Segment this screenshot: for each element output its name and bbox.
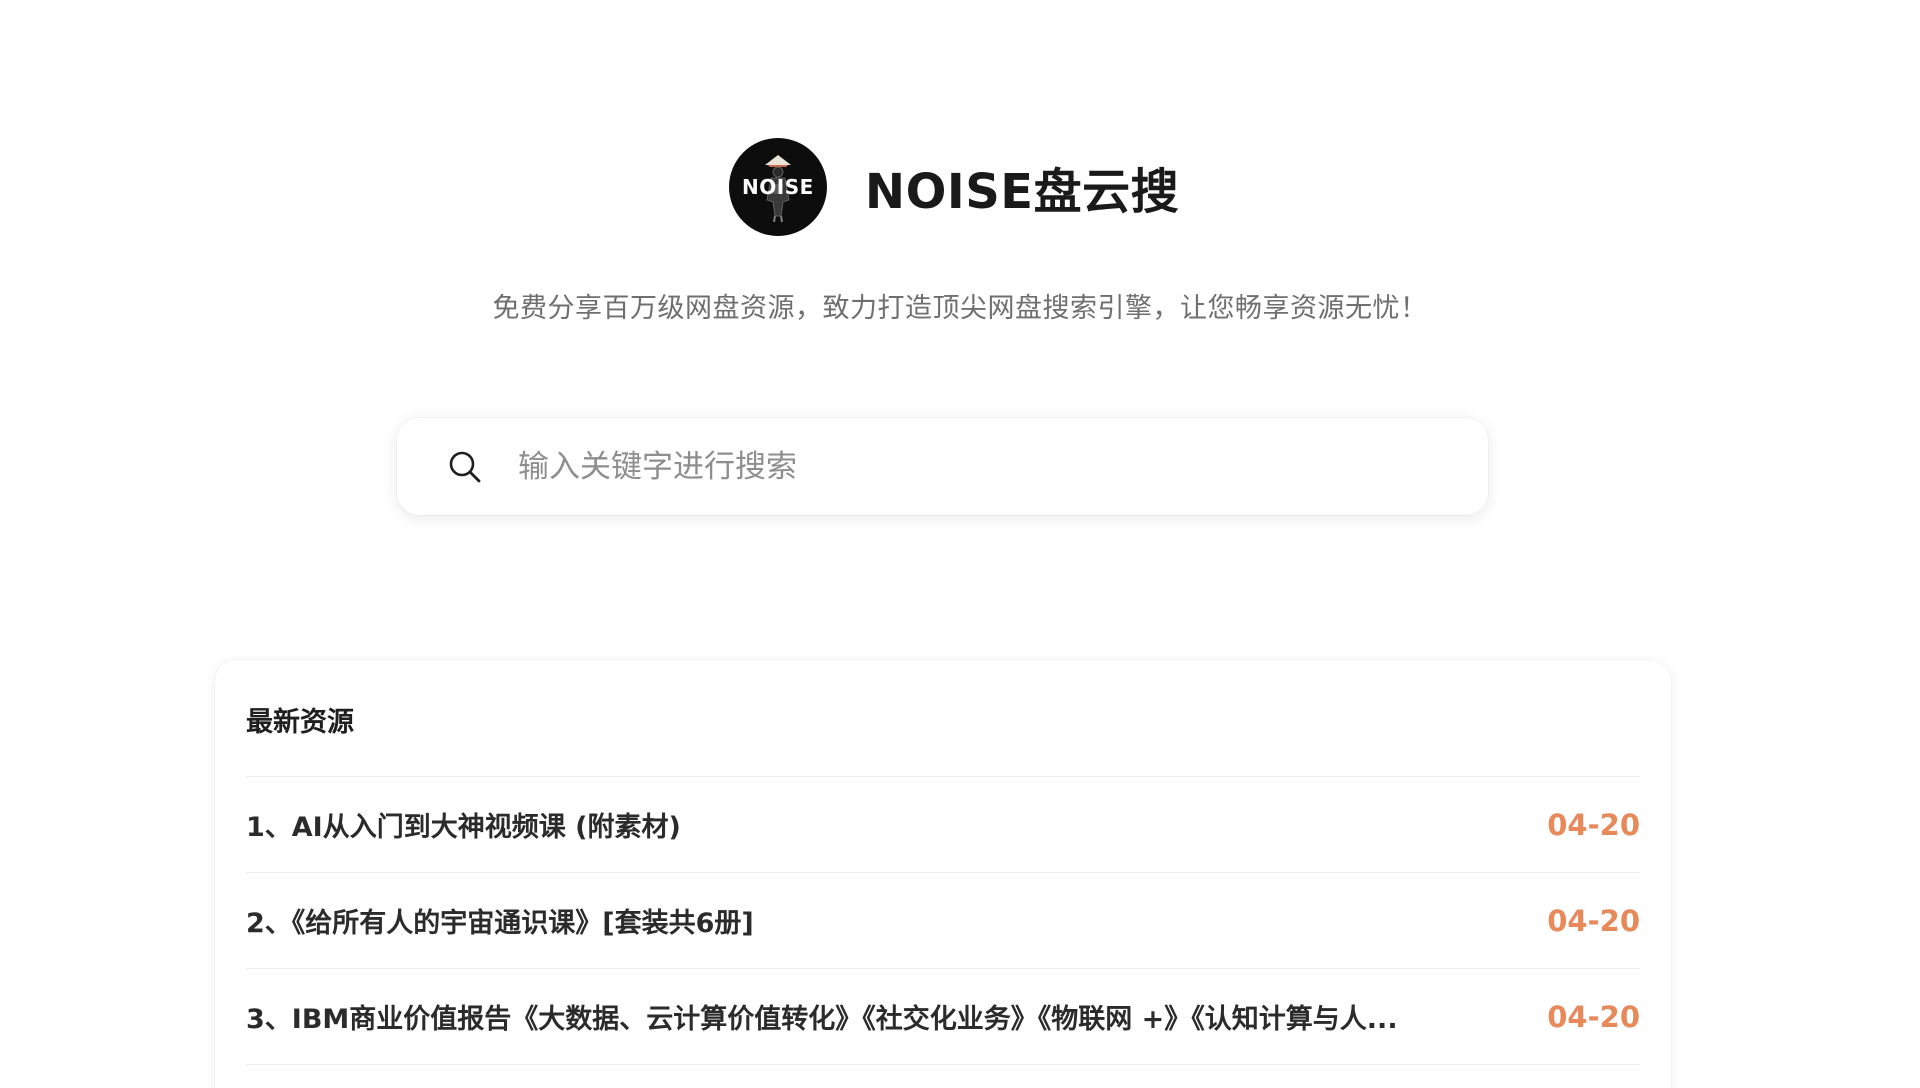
resource-item[interactable]: 2、《给所有人的宇宙通识课》[套装共6册] 04-20 — [246, 873, 1640, 969]
resource-title[interactable]: 2、《给所有人的宇宙通识课》[套装共6册] — [246, 901, 754, 940]
page: NOISE NOISE盘云搜 免费分享百万级网盘资源，致力打造顶尖网盘搜索引擎，… — [0, 0, 1920, 1088]
resource-title[interactable]: 1、AI从入门到大神视频课 (附素材) — [246, 805, 681, 844]
resource-item[interactable]: 1、AI从入门到大神视频课 (附素材) 04-20 — [246, 777, 1640, 873]
site-title[interactable]: NOISE盘云搜 — [865, 152, 1179, 222]
resource-date: 04-20 — [1547, 903, 1640, 938]
resource-date: 04-20 — [1547, 999, 1640, 1034]
logo-text: NOISE — [742, 175, 814, 199]
resource-title[interactable]: 3、IBM商业价值报告《大数据、云计算价值转化》《社交化业务》《物联网 +》《认… — [246, 997, 1398, 1036]
latest-resources-title: 最新资源 — [246, 660, 1640, 777]
resource-date: 04-20 — [1547, 807, 1640, 842]
resource-list: 1、AI从入门到大神视频课 (附素材) 04-20 2、《给所有人的宇宙通识课》… — [246, 777, 1640, 1065]
brand-header: NOISE NOISE盘云搜 — [0, 138, 1920, 236]
latest-resources-card: 最新资源 1、AI从入门到大神视频课 (附素材) 04-20 2、《给所有人的宇… — [215, 660, 1671, 1088]
site-tagline: 免费分享百万级网盘资源，致力打造顶尖网盘搜索引擎，让您畅享资源无忧！ — [492, 293, 1428, 324]
site-logo[interactable]: NOISE — [728, 138, 827, 236]
search-icon[interactable] — [447, 449, 483, 485]
resource-item[interactable]: 3、IBM商业价值报告《大数据、云计算价值转化》《社交化业务》《物联网 +》《认… — [246, 969, 1640, 1065]
search-bar[interactable] — [397, 418, 1488, 515]
search-input[interactable] — [518, 436, 1418, 497]
